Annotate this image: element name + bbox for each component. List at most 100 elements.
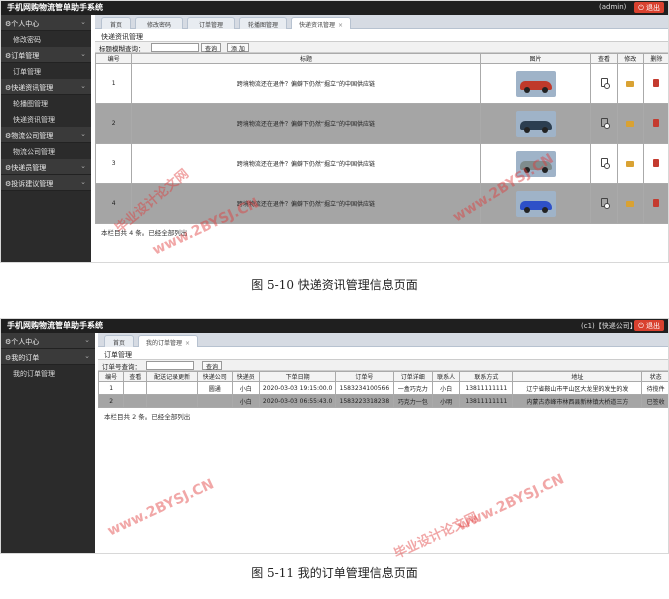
sidebar: ⚙个人中心 ⌄ 修改密码 ⚙订单管理 ⌄ 订单管理 ⚙快递资讯管理 ⌄ 轮播图管理 快…	[1, 15, 91, 262]
tab-my-orders[interactable]: 我的订单管理 ×	[138, 335, 198, 347]
sidebar-group-couriers[interactable]: ⚙快递员管理 ⌄	[1, 159, 91, 175]
delivery-update-cell[interactable]	[146, 394, 198, 408]
folder-icon[interactable]	[626, 120, 635, 127]
tab-carousel[interactable]: 轮播图管理	[239, 17, 287, 29]
car-thumbnail	[515, 110, 556, 137]
view-cell[interactable]	[590, 103, 618, 144]
sidebar-group-complaints[interactable]: ⚙投诉建议管理 ⌄	[1, 175, 91, 191]
sidebar-group-news[interactable]: ⚙快递资讯管理 ⌄	[1, 79, 91, 95]
app-title: 手机网购物流管单助手系统	[7, 3, 103, 12]
sidebar-group-my-orders[interactable]: ⚙我的订单 ⌄	[1, 349, 95, 365]
sidebar-group-personal[interactable]: ⚙个人中心 ⌄	[1, 15, 91, 31]
screenshot-my-orders: 手机网购物流管单助手系统 (c1)【快递公司】 ⏻ 退出 ⚙个人中心 ⌄ ⚙我的订…	[0, 318, 669, 554]
view-icon[interactable]	[600, 158, 610, 169]
table-cell: 小明	[431, 394, 461, 408]
panel-title: 订单管理	[104, 351, 132, 359]
tab-change-password[interactable]: 修改密码	[135, 17, 183, 29]
tab-news[interactable]: 快递资讯管理 ×	[291, 17, 351, 29]
sidebar-group-logistics[interactable]: ⚙物流公司管理 ⌄	[1, 127, 91, 143]
col-header: 图片	[479, 53, 592, 64]
car-thumbnail	[515, 190, 556, 217]
table-cell: 2	[97, 394, 125, 408]
sidebar-group-label: 个人中心	[11, 20, 40, 28]
add-button[interactable]: 添 加	[227, 43, 249, 53]
delete-icon[interactable]	[653, 78, 660, 87]
chevron-down-icon: ⌄	[84, 352, 90, 360]
chevron-down-icon: ⌄	[80, 82, 86, 90]
col-header: 查看	[123, 371, 148, 382]
sidebar-group-label: 个人中心	[11, 338, 40, 346]
view-cell[interactable]	[123, 394, 148, 408]
sidebar-item-my-orders[interactable]: 我的订单管理	[1, 365, 95, 381]
view-icon[interactable]	[600, 118, 610, 129]
search-label: 订单号查询：	[102, 363, 141, 371]
close-icon[interactable]: ×	[185, 340, 190, 347]
sidebar-item-news[interactable]: 快递资讯管理	[1, 111, 91, 127]
table-cell: 内蒙古赤峰市林西县新林镇大桥道三方	[512, 394, 643, 408]
sidebar-item-orders[interactable]: 订单管理	[1, 63, 91, 79]
order-number-input[interactable]	[146, 361, 194, 370]
close-icon[interactable]: ×	[338, 22, 343, 29]
tab-home[interactable]: 首页	[101, 17, 131, 29]
edit-cell[interactable]	[616, 143, 644, 184]
edit-cell[interactable]	[616, 63, 644, 104]
delete-cell[interactable]	[642, 103, 668, 144]
folder-icon[interactable]	[626, 200, 635, 207]
table-footer-note: 本栏目共 4 条。已经全部列出	[101, 229, 188, 237]
tab-orders[interactable]: 订单管理	[187, 17, 235, 29]
delete-icon[interactable]	[653, 118, 660, 127]
folder-icon[interactable]	[626, 80, 635, 87]
table-cell: 圆通	[196, 381, 233, 395]
view-cell[interactable]	[590, 183, 618, 224]
logout-button[interactable]: ⏻ 退出	[634, 2, 664, 13]
edit-cell[interactable]	[616, 183, 644, 224]
row-id: 2	[94, 103, 133, 144]
search-bar: 订单号查询： 查询	[98, 359, 668, 371]
chevron-down-icon: ⌄	[84, 336, 90, 344]
title-search-input[interactable]	[151, 43, 199, 52]
car-wheel	[523, 206, 530, 213]
logout-button[interactable]: ⏻ 退出	[634, 320, 664, 331]
sidebar-group-label: 快递员管理	[11, 164, 47, 172]
view-cell[interactable]	[590, 63, 618, 104]
table-cell: 1583234100566	[335, 381, 394, 395]
delete-cell[interactable]	[642, 63, 668, 104]
tab-label: 首页	[112, 340, 125, 347]
delete-icon[interactable]	[653, 198, 660, 207]
delete-icon[interactable]	[653, 158, 660, 167]
row-image	[479, 143, 592, 184]
current-user: (c1)【快递公司】	[581, 322, 637, 330]
view-icon[interactable]	[600, 78, 610, 89]
sidebar-item-change-password[interactable]: 修改密码	[1, 31, 91, 47]
table-header: 编号 标题 图片 查看 修改 删除	[94, 53, 668, 64]
tab-home[interactable]: 首页	[104, 335, 134, 347]
sidebar-item-carousel[interactable]: 轮播图管理	[1, 95, 91, 111]
screenshot-news-management: 手机网购物流管单助手系统 (admin) ⏻ 退出 ⚙个人中心 ⌄ 修改密码 ⚙订…	[0, 0, 669, 263]
folder-icon[interactable]	[626, 160, 635, 167]
table-row: 4 跨境物流还在退件？偏僻下仍然“掘立”的中国供应链	[94, 183, 668, 224]
view-icon[interactable]	[600, 198, 610, 209]
sidebar-group-orders[interactable]: ⚙订单管理 ⌄	[1, 47, 91, 63]
sidebar-item-logistics[interactable]: 物流公司管理	[1, 143, 91, 159]
row-image	[479, 183, 592, 224]
search-button[interactable]: 查询	[201, 43, 222, 53]
logout-label: 退出	[646, 4, 660, 12]
sidebar-group-personal[interactable]: ⚙个人中心 ⌄	[1, 333, 95, 349]
view-cell[interactable]	[590, 143, 618, 184]
col-header: 下单日期	[259, 371, 337, 382]
search-button[interactable]: 查询	[202, 361, 223, 371]
col-header: 修改	[616, 53, 644, 64]
view-cell[interactable]	[123, 381, 148, 395]
sidebar-group-label: 我的订单	[11, 354, 40, 362]
sidebar-group-label: 投诉建议管理	[11, 180, 54, 188]
delete-cell[interactable]	[642, 143, 668, 184]
news-table: 编号 标题 图片 查看 修改 删除 1 跨境物流还在退件？偏僻下仍然“掘立”的中国…	[94, 53, 668, 224]
edit-cell[interactable]	[616, 103, 644, 144]
table-cell: 13811111111	[459, 381, 514, 395]
table-cell: 待揽件	[641, 381, 668, 395]
main-content: 首页 我的订单管理 × 订单管理 订单号查询： 查询 编号 查看 配送记录更新 快递公司…	[97, 333, 668, 553]
chevron-down-icon: ⌄	[80, 178, 86, 186]
col-header: 订单详细	[392, 371, 433, 382]
delivery-update-cell[interactable]	[146, 381, 198, 395]
delete-cell[interactable]	[642, 183, 668, 224]
